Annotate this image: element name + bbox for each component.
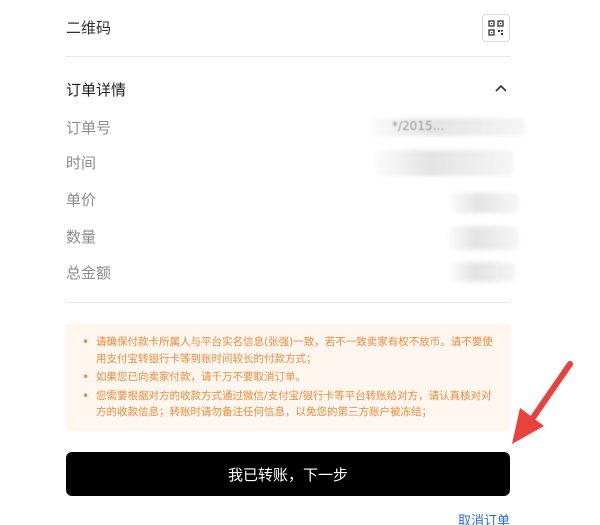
chevron-up-icon[interactable] bbox=[492, 80, 510, 98]
field-label: 订单号 bbox=[66, 118, 112, 137]
field-quantity: 数量 bbox=[66, 221, 510, 251]
cancel-order-link[interactable]: 取消订单 bbox=[458, 510, 510, 525]
qr-code-icon bbox=[488, 19, 504, 36]
order-number-value: */2015... bbox=[392, 119, 445, 133]
order-details-header[interactable]: 订单详情 bbox=[66, 72, 510, 106]
annotation-arrow-icon bbox=[512, 361, 573, 444]
qr-code-label: 二维码 bbox=[66, 19, 112, 37]
order-details-title: 订单详情 bbox=[66, 80, 127, 99]
notice-item: 您需要根据对方的收款方式通过微信/支付宝/银行卡等平台转账给对方，请认真核对对方… bbox=[80, 388, 498, 421]
field-total-amount: 总金额 bbox=[66, 257, 510, 287]
field-label: 时间 bbox=[66, 153, 97, 172]
qr-code-row: 二维码 bbox=[66, 0, 510, 55]
notice-item: 如果您已向卖家付款，请千万不要取消订单。 bbox=[80, 369, 498, 386]
divider-bottom bbox=[66, 302, 510, 303]
confirm-transfer-button[interactable]: 我已转账，下一步 bbox=[66, 452, 510, 496]
qr-code-button[interactable] bbox=[482, 13, 510, 42]
redacted-unit-price bbox=[450, 193, 518, 213]
redacted-quantity bbox=[448, 226, 518, 250]
field-label: 总金额 bbox=[66, 263, 112, 282]
redacted-total-amount bbox=[450, 262, 515, 282]
redacted-time bbox=[375, 150, 513, 176]
field-label: 单价 bbox=[66, 190, 97, 209]
field-unit-price: 单价 bbox=[66, 184, 510, 214]
divider-top bbox=[66, 56, 510, 57]
field-label: 数量 bbox=[66, 227, 97, 246]
payment-notice: 请确保付款卡所属人与平台实名信息(张强)一致，若不一致卖家有权不放币。请不要使用… bbox=[66, 324, 510, 431]
notice-item: 请确保付款卡所属人与平台实名信息(张强)一致，若不一致卖家有权不放币。请不要使用… bbox=[80, 334, 498, 367]
